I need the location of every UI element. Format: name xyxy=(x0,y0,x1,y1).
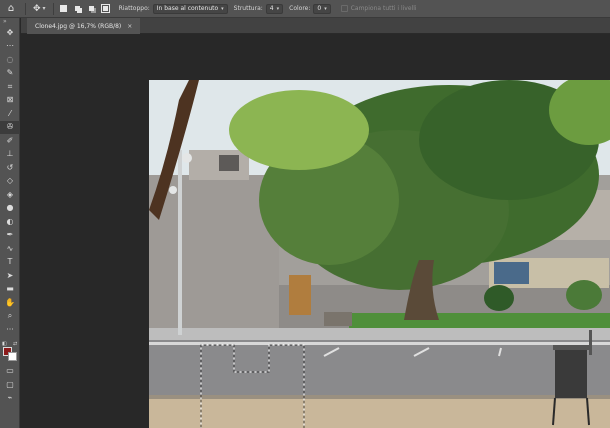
tool-list: ✥ ⋯ ◌ ✎ ⌗ ⊠ ⁄ ✇ ✐ ⊥ ↺ ◇ ◈ ● ◐ ✒ ∿ T ➤ ▬ ✋ ⌕ ··· xyxy=(0,26,20,337)
document-tab[interactable]: Clone4.jpg @ 16,7% (RGB/8) × xyxy=(27,18,141,34)
struttura-select[interactable]: 4 ▾ xyxy=(265,3,284,14)
new-selection-button[interactable] xyxy=(59,4,69,14)
colore-value: 0 xyxy=(317,5,322,12)
content-aware-move-icon: ✥ xyxy=(33,3,41,14)
clone-stamp-tool[interactable]: ⊥ xyxy=(0,148,20,162)
colore-label: Colore: xyxy=(289,5,311,12)
canvas-area[interactable] xyxy=(21,35,610,428)
panel-collapse-icon[interactable]: » xyxy=(0,18,19,26)
options-separator xyxy=(52,2,54,15)
lasso-tool[interactable]: ◌ xyxy=(0,53,20,67)
tool-preset-picker[interactable]: ✥ ▾ xyxy=(29,4,50,14)
history-brush-tool[interactable]: ↺ xyxy=(0,161,20,175)
chevron-down-icon: ▾ xyxy=(42,5,46,12)
edit-toolbar-tool[interactable]: ⌁ xyxy=(0,392,20,406)
zoom-tool[interactable]: ⌕ xyxy=(0,310,20,324)
intersect-selection-button[interactable] xyxy=(101,4,111,14)
sample-all-layers-label: Campiona tutti i livelli xyxy=(350,5,417,12)
subtract-from-selection-button[interactable] xyxy=(87,4,97,14)
bottom-tool-list: ▭ ▢ ⌁ xyxy=(0,365,19,406)
photo-street-building xyxy=(149,80,610,428)
move-tool[interactable]: ✥ xyxy=(0,26,20,40)
type-tool[interactable]: T xyxy=(0,256,20,270)
swap-colors-icon[interactable]: ⇄ xyxy=(13,341,17,347)
brush-tool[interactable]: ✐ xyxy=(0,134,20,148)
color-swatches: ◧ ⇄ xyxy=(0,341,20,365)
chevron-down-icon: ▾ xyxy=(221,5,224,12)
background-color-swatch[interactable] xyxy=(8,351,17,361)
spot-healing-tool[interactable]: ✇ xyxy=(0,120,20,134)
document-tab-title: Clone4.jpg @ 16,7% (RGB/8) xyxy=(35,22,122,30)
riattoppo-label: Riattoppo: xyxy=(118,5,150,12)
eyedropper-tool[interactable]: ⁄ xyxy=(0,107,20,121)
document-tab-bar: Clone4.jpg @ 16,7% (RGB/8) × xyxy=(21,18,610,34)
colore-select[interactable]: 0 ▾ xyxy=(313,3,331,14)
struttura-label: Struttura: xyxy=(233,5,263,12)
freeform-pen-tool[interactable]: ∿ xyxy=(0,242,20,256)
dodge-tool[interactable]: ◐ xyxy=(0,215,20,229)
path-selection-tool[interactable]: ➤ xyxy=(0,269,20,283)
more-tools[interactable]: ··· xyxy=(0,323,20,337)
frame-tool[interactable]: ⊠ xyxy=(0,94,20,108)
checkbox-box xyxy=(340,5,348,12)
options-separator xyxy=(25,2,26,15)
hand-tool[interactable]: ✋ xyxy=(0,296,20,310)
close-icon[interactable]: × xyxy=(127,23,132,30)
home-icon[interactable]: ⌂ xyxy=(0,0,22,18)
riattoppo-select[interactable]: In base al contenuto ▾ xyxy=(152,3,228,14)
add-to-selection-button[interactable] xyxy=(73,4,83,14)
crop-tool[interactable]: ⌗ xyxy=(0,80,20,94)
sample-all-layers-checkbox[interactable]: Campiona tutti i livelli xyxy=(340,5,417,12)
struttura-value: 4 xyxy=(269,5,274,12)
quick-selection-tool[interactable]: ✎ xyxy=(0,67,20,81)
quick-mask-tool[interactable]: ▭ xyxy=(0,365,20,379)
screen-mode-tool[interactable]: ▢ xyxy=(0,378,20,392)
rectangle-tool[interactable]: ▬ xyxy=(0,283,20,297)
paint-bucket-tool[interactable]: ◈ xyxy=(0,188,20,202)
eraser-tool[interactable]: ◇ xyxy=(0,175,20,189)
chevron-down-icon: ▾ xyxy=(276,5,280,12)
tools-panel: » ✥ ⋯ ◌ ✎ ⌗ ⊠ ⁄ ✇ ✐ ⊥ ↺ ◇ ◈ ● ◐ ✒ ∿ T ➤ ▬ ✋ ⌕ ··· ◧ ⇄ ▭ ▢ ⌁ xyxy=(0,18,20,428)
pen-tool[interactable]: ✒ xyxy=(0,229,20,243)
riattoppo-value: In base al contenuto xyxy=(156,5,219,12)
document-image[interactable] xyxy=(149,80,610,428)
blur-tool[interactable]: ● xyxy=(0,202,20,216)
chevron-down-icon: ▾ xyxy=(324,5,327,12)
options-bar: ⌂ ✥ ▾ Riattoppo: In base al contenuto ▾ … xyxy=(0,0,610,18)
artboard-tool[interactable]: ⋯ xyxy=(0,40,20,54)
